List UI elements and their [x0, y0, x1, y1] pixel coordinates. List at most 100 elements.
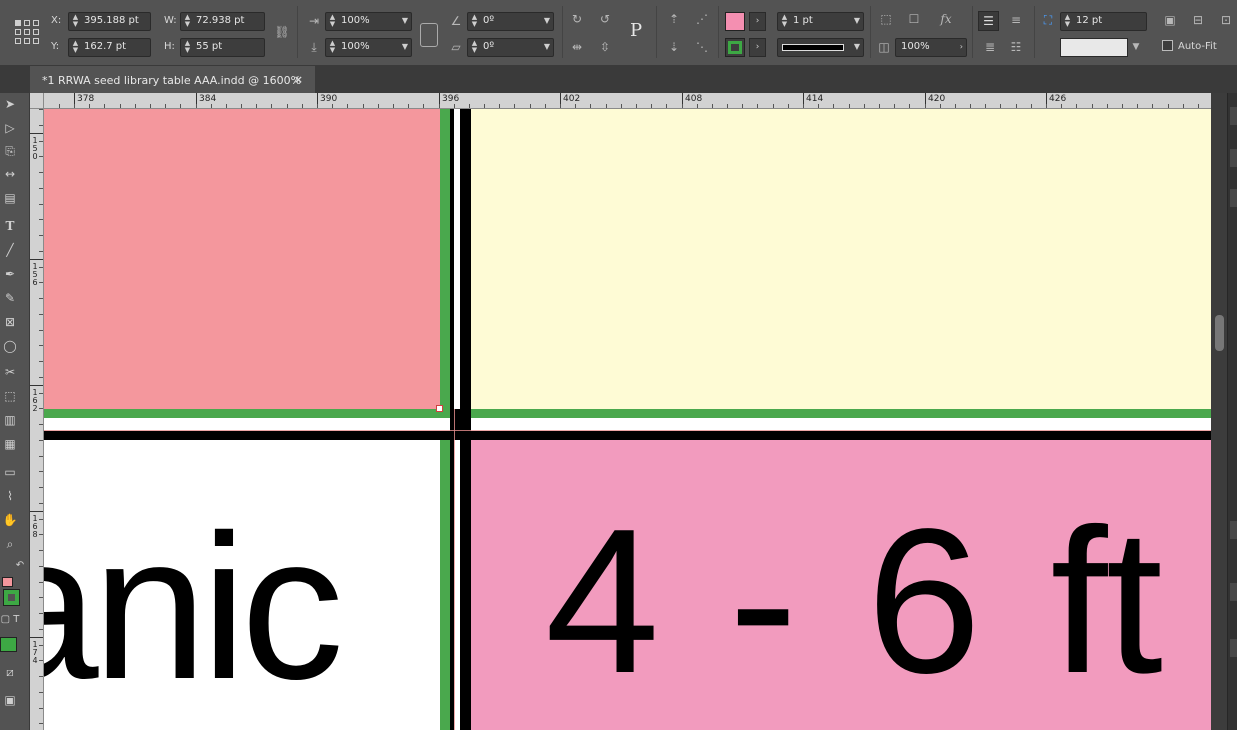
center-content-icon[interactable]: ⊡	[1216, 13, 1236, 27]
selected-stroke-green-vertical-lower[interactable]	[440, 440, 450, 730]
panel-button[interactable]	[1230, 583, 1237, 601]
scrollbar-thumb[interactable]	[1215, 315, 1224, 351]
note-tool-icon[interactable]: ▭	[0, 463, 20, 481]
screen-mode-icon[interactable]: ▣	[0, 691, 20, 709]
stroke-swatch[interactable]	[725, 38, 745, 57]
scale-x-field[interactable]: ▲ ▼ 100% ▼	[325, 12, 412, 31]
align-top-frame-icon[interactable]: ☰	[978, 11, 999, 31]
formatting-affects-container-icon[interactable]: ▢ T	[0, 611, 20, 629]
pencil-tool-icon[interactable]: ✎	[0, 289, 20, 307]
chevron-down-icon[interactable]: ▼	[854, 42, 860, 51]
autofit-checkbox[interactable]	[1162, 40, 1173, 51]
chevron-down-icon[interactable]: ▼	[544, 16, 550, 25]
stepper-icon[interactable]: ▲ ▼	[70, 40, 81, 55]
fill-swatch[interactable]	[725, 12, 745, 31]
selected-stroke-green-vertical[interactable]	[440, 109, 450, 409]
rectangle-frame-tool-icon[interactable]: ⊠	[0, 313, 20, 331]
gradient-swatch-tool-icon[interactable]: ▥	[0, 411, 20, 429]
stroke-type-dropdown[interactable]: ▼	[777, 38, 864, 57]
line-tool-icon[interactable]: ╱	[0, 241, 20, 259]
chevron-down-icon[interactable]: ▼	[544, 42, 550, 51]
stepper-icon[interactable]: ▲ ▼	[327, 14, 338, 29]
chevron-down-icon[interactable]: ▼	[402, 16, 408, 25]
gradient-feather-tool-icon[interactable]: ▦	[0, 435, 20, 453]
text-frame-options-icon[interactable]: ⛶	[1040, 13, 1056, 27]
opacity-field[interactable]: 100% ›	[895, 38, 967, 57]
document-canvas[interactable]: anic 4 - 6 ft	[44, 109, 1211, 730]
rotate-clockwise-icon[interactable]: ↻	[568, 12, 586, 26]
stroke-weight-field[interactable]: ▲ ▼ 1 pt ▼	[777, 12, 864, 31]
select-next-object-icon[interactable]: ⋰	[692, 12, 712, 26]
selection-handle[interactable]	[436, 405, 443, 412]
gutter-field[interactable]: ▲ ▼ 12 pt	[1060, 12, 1147, 31]
close-icon[interactable]: ×	[294, 73, 303, 86]
align-bottom-frame-icon[interactable]: ≣	[980, 40, 1000, 54]
chevron-down-icon[interactable]: ▼	[402, 42, 408, 51]
x-position-field[interactable]: ▲ ▼ 395.188 pt	[68, 12, 151, 31]
panel-button[interactable]	[1230, 149, 1237, 167]
rotate-counterclockwise-icon[interactable]: ↺	[596, 12, 614, 26]
fit-frame-to-content-icon[interactable]: ▣	[1160, 13, 1180, 27]
fill-indicator[interactable]	[2, 577, 13, 587]
stepper-icon[interactable]: ▲ ▼	[1062, 14, 1073, 29]
swap-fill-stroke-icon[interactable]: ↶	[10, 557, 30, 575]
horizontal-ruler[interactable]: 378 384 390 396 402 408 414 420 426	[44, 93, 1211, 109]
chevron-right-icon[interactable]: ›	[749, 38, 766, 57]
document-tab[interactable]: *1 RRWA seed library table AAA.indd @ 16…	[30, 66, 315, 93]
width-field[interactable]: ▲ ▼ 72.938 pt	[180, 12, 265, 31]
constrain-proportions-icon[interactable]: ⛓	[274, 25, 290, 39]
stepper-icon[interactable]: ▲ ▼	[327, 40, 338, 55]
direct-selection-tool-icon[interactable]: ▷	[0, 119, 20, 137]
select-content-icon[interactable]: ⇣	[666, 40, 682, 54]
flip-horizontal-icon[interactable]: ⇹	[568, 40, 586, 54]
content-collector-icon[interactable]: ▤	[0, 189, 20, 207]
apply-color-icon[interactable]	[0, 637, 17, 652]
chevron-down-icon[interactable]: ▼	[1130, 40, 1142, 54]
stepper-icon[interactable]: ▲ ▼	[469, 14, 480, 29]
rotation-field[interactable]: ▲ ▼ 0º ▼	[467, 12, 554, 31]
pen-tool-icon[interactable]: ✒	[0, 265, 20, 283]
hand-tool-icon[interactable]: ✋	[0, 511, 20, 529]
chevron-down-icon[interactable]: ▼	[854, 16, 860, 25]
panel-button[interactable]	[1230, 521, 1237, 539]
chevron-right-icon[interactable]: ›	[960, 42, 963, 51]
effects-fx-icon[interactable]: fx	[935, 12, 957, 26]
page-tool-icon[interactable]: ⎘	[0, 142, 20, 160]
table-cell-pink[interactable]	[44, 109, 440, 409]
type-tool-icon[interactable]: T	[0, 217, 20, 235]
flip-vertical-icon[interactable]: ⇳	[596, 40, 614, 54]
selected-stroke-green-horizontal[interactable]	[44, 409, 1211, 418]
scissors-tool-icon[interactable]: ✂	[0, 363, 20, 381]
selection-tool-icon[interactable]: ➤	[0, 95, 20, 113]
stepper-icon[interactable]: ▲ ▼	[779, 14, 790, 29]
vertical-scrollbar[interactable]	[1211, 93, 1227, 730]
table-cell-pink-text[interactable]: 4 - 6 ft	[471, 440, 1211, 730]
table-cell-yellow[interactable]	[471, 109, 1211, 409]
stroke-indicator[interactable]	[3, 589, 20, 606]
link-scale-icon[interactable]	[420, 23, 438, 47]
select-container-icon[interactable]: ⇡	[666, 12, 682, 26]
vertical-ruler[interactable]: 150 156 162 168 174	[30, 109, 44, 730]
text-frame-p-icon[interactable]: P	[624, 20, 648, 46]
y-position-field[interactable]: ▲ ▼ 162.7 pt	[68, 38, 151, 57]
ruler-origin[interactable]	[30, 93, 44, 109]
fit-content-proportional-icon[interactable]: ⊟	[1188, 13, 1208, 27]
apply-none-icon[interactable]: ⧄	[0, 663, 20, 681]
select-previous-object-icon[interactable]: ⋱	[692, 40, 712, 54]
stepper-icon[interactable]: ▲ ▼	[469, 40, 480, 55]
shear-field[interactable]: ▲ ▼ 0º ▼	[467, 38, 554, 57]
free-transform-tool-icon[interactable]: ⬚	[0, 387, 20, 405]
align-center-frame-icon[interactable]: ≡	[1006, 13, 1026, 27]
panel-button[interactable]	[1230, 189, 1237, 207]
stepper-icon[interactable]: ▲ ▼	[182, 14, 193, 29]
eyedropper-tool-icon[interactable]: ⌇	[0, 487, 20, 505]
stepper-icon[interactable]: ▲ ▼	[182, 40, 193, 55]
frame-fitting-icon[interactable]: ⬚	[877, 12, 895, 26]
justify-vertical-icon[interactable]: ☷	[1006, 40, 1026, 54]
object-style-dropdown[interactable]	[1060, 38, 1128, 57]
corner-options-icon[interactable]: ☐	[905, 12, 923, 26]
panel-button[interactable]	[1230, 107, 1237, 125]
ellipse-tool-icon[interactable]: ◯	[0, 337, 20, 355]
scale-y-field[interactable]: ▲ ▼ 100% ▼	[325, 38, 412, 57]
stepper-icon[interactable]: ▲ ▼	[70, 14, 81, 29]
